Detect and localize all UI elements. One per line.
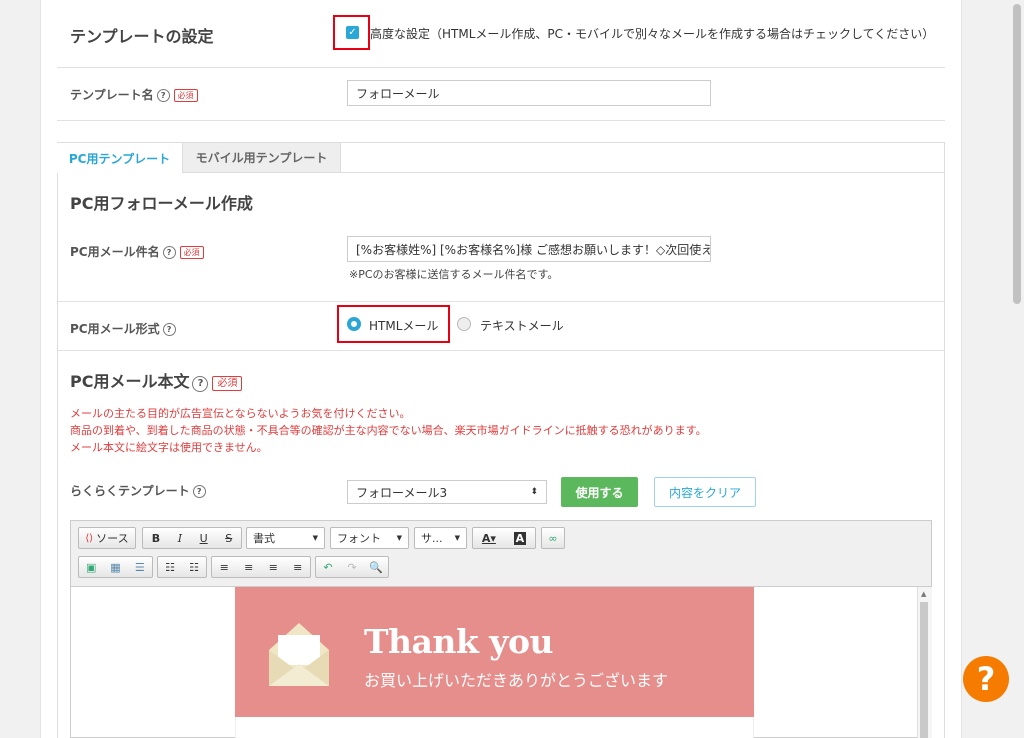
radio-html[interactable] [347, 317, 361, 331]
easy-template-selected: フォローメール3 [356, 485, 448, 500]
insert-group: ▣ ▦ ☰ [78, 556, 153, 578]
banner-subtitle: お買い上げいただきありがとうございます [364, 671, 669, 690]
dropdown-arrow-icon: ▼ [454, 534, 460, 542]
tab-pc-template[interactable]: PC用テンプレート [57, 143, 183, 173]
required-badge: 必須 [173, 89, 198, 102]
scroll-up-arrow-icon[interactable]: ▲ [921, 590, 926, 598]
align-justify-icon[interactable]: ≡ [288, 561, 308, 574]
envelope-icon [269, 623, 329, 686]
source-icon: ⟨⟩ [85, 532, 94, 544]
body-title-text: PC用メール本文 [70, 372, 190, 391]
banner-title: Thank you [364, 622, 553, 661]
subject-note: ※PCのお客様に送信するメール件名です。 [349, 268, 559, 281]
tab-mobile-template[interactable]: モバイル用テンプレート [183, 143, 341, 172]
advanced-settings-checkbox[interactable]: ✓ [346, 26, 359, 39]
section-title-template-settings: テンプレートの設定 [70, 27, 214, 46]
tab-divider [57, 172, 945, 173]
divider [57, 67, 945, 68]
align-center-icon[interactable]: ≡ [239, 561, 259, 574]
link-icon: ∞ [548, 531, 558, 545]
subject-input[interactable]: [%お客様姓%] [%お客様名%]様 ご感想お願いします！◇次回使え [347, 236, 711, 262]
numbered-list-icon[interactable]: ☷ [160, 561, 180, 574]
strike-button[interactable]: S [225, 532, 232, 545]
template-name-input[interactable]: フォローメール [347, 80, 711, 106]
align-group: ≡ ≡ ≡ ≡ [211, 556, 311, 578]
radio-text[interactable] [457, 317, 471, 331]
source-button[interactable]: ⟨⟩ ソース [78, 527, 136, 549]
dropdown-arrow-icon: ▼ [312, 534, 318, 542]
divider [57, 301, 945, 302]
easy-template-label: らくらくテンプレート? [70, 482, 206, 499]
divider [57, 350, 945, 351]
required-badge: 必須 [212, 376, 243, 391]
horizontal-rule-icon[interactable]: ☰ [130, 561, 150, 574]
bulleted-list-icon[interactable]: ☷ [184, 561, 204, 574]
size-dropdown[interactable]: サ... ▼ [414, 527, 467, 549]
warning-line: メール本文に絵文字は使用できません。 [70, 441, 268, 454]
body-title: PC用メール本文? 必須 [70, 368, 243, 392]
subject-label: PC用メール件名? 必須 [70, 243, 204, 260]
redo-icon[interactable]: ↷ [342, 561, 362, 574]
italic-button[interactable]: I [178, 532, 182, 545]
help-icon[interactable]: ? [192, 376, 209, 392]
format-dropdown[interactable]: 書式 ▼ [246, 527, 325, 549]
format-label-text: PC用メール形式 [70, 322, 160, 336]
size-dropdown-label: サ... [421, 532, 443, 545]
format-label: PC用メール形式? [70, 320, 176, 337]
advanced-settings-label: 高度な設定（HTMLメール作成、PC・モバイルで別々なメールを作成する場合はチェ… [370, 27, 935, 41]
template-name-label-text: テンプレート名 [70, 88, 154, 102]
template-name-label: テンプレート名? 必須 [70, 86, 198, 103]
help-icon[interactable]: ? [162, 246, 176, 259]
background-color-icon[interactable]: A [513, 531, 527, 545]
link-button[interactable]: ∞ [541, 527, 565, 549]
help-icon[interactable]: ? [162, 323, 176, 336]
image-icon[interactable]: ▣ [81, 561, 101, 574]
format-dropdown-label: 書式 [253, 532, 275, 545]
font-dropdown[interactable]: フォント ▼ [330, 527, 409, 549]
table-icon[interactable]: ▦ [105, 561, 125, 574]
color-group: A▾ A [472, 527, 536, 549]
subject-label-text: PC用メール件名 [70, 245, 160, 259]
bold-button[interactable]: B [152, 532, 160, 545]
page-scrollbar-thumb[interactable] [1013, 4, 1021, 304]
help-icon[interactable]: ? [192, 485, 206, 498]
help-icon[interactable]: ? [156, 89, 170, 102]
easy-template-select[interactable]: フォローメール3 ⬍ [347, 480, 547, 504]
dropdown-arrow-icon: ▼ [396, 534, 402, 542]
preview-icon[interactable]: 🔍 [366, 561, 386, 574]
divider [57, 120, 945, 121]
font-dropdown-label: フォント [337, 532, 381, 545]
pc-section-title: PC用フォローメール作成 [70, 194, 253, 213]
text-color-icon[interactable]: A▾ [482, 532, 496, 545]
warning-line: 商品の到着や、到着した商品の状態・不具合等の確認が主な内容でない場合、楽天市場ガ… [70, 424, 707, 437]
basic-style-group: B I U S [142, 527, 242, 549]
list-group: ☷ ☷ [157, 556, 207, 578]
editor-scrollbar-thumb[interactable] [920, 602, 928, 738]
easy-template-label-text: らくらくテンプレート [70, 484, 190, 498]
source-label: ソース [96, 532, 129, 545]
select-arrow-icon: ⬍ [530, 487, 538, 497]
underline-button[interactable]: U [200, 532, 208, 545]
warning-line: メールの主たる目的が広告宣伝とならないようお気を付けください。 [70, 407, 411, 420]
use-template-button[interactable]: 使用する [561, 477, 638, 507]
radio-text-label: テキストメール [480, 319, 564, 333]
body-warnings: メールの主たる目的が広告宣伝とならないようお気を付けください。 商品の到着や、到… [70, 405, 707, 456]
required-badge: 必須 [179, 246, 204, 259]
page-scrollbar[interactable] [1010, 0, 1024, 738]
align-left-icon[interactable]: ≡ [214, 561, 234, 574]
help-floating-button[interactable]: ? [963, 656, 1009, 702]
banner-body [235, 717, 754, 738]
clear-content-button[interactable]: 内容をクリア [654, 477, 756, 507]
undo-icon[interactable]: ↶ [318, 561, 338, 574]
align-right-icon[interactable]: ≡ [263, 561, 283, 574]
history-group: ↶ ↷ 🔍 [315, 556, 389, 578]
radio-html-label: HTMLメール [369, 319, 439, 333]
